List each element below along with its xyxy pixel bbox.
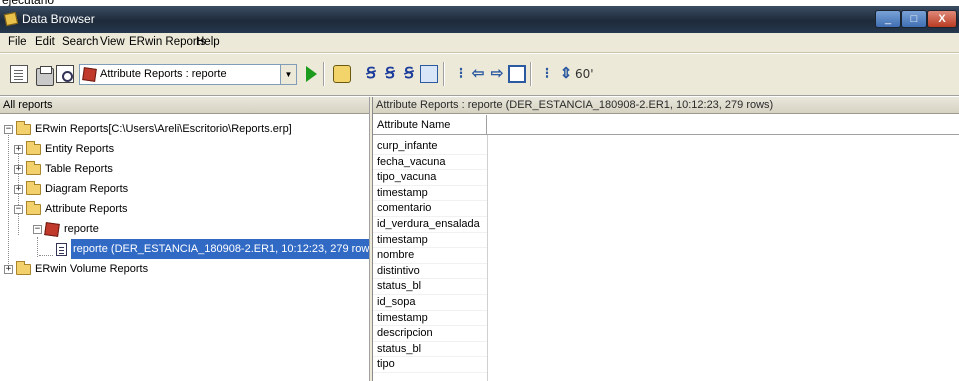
print-preview-icon[interactable] (56, 65, 74, 83)
table-row[interactable]: status_bl (373, 342, 487, 358)
hierarchy-icon[interactable]: ⁝ (452, 65, 470, 83)
column-divider (487, 135, 488, 381)
title-bar[interactable]: Data Browser _ □ X (0, 6, 959, 33)
reports-tree-pane[interactable]: All reports − ERwin Reports[C:\Users\Are… (0, 97, 381, 381)
folder-icon (26, 161, 41, 175)
back-arrow-icon[interactable]: ⇦ (469, 65, 487, 83)
tree-node-label: reporte (64, 223, 99, 235)
column-header-attribute-name[interactable]: Attribute Name (373, 115, 487, 135)
right-pane-header: Attribute Reports : reporte (DER_ESTANCI… (373, 97, 959, 114)
table-row[interactable]: id_sopa (373, 295, 487, 311)
menu-file[interactable]: File (8, 36, 27, 48)
app-icon (3, 11, 19, 27)
collapse-icon[interactable]: − (4, 125, 13, 134)
expand-icon[interactable]: + (14, 145, 23, 154)
new-document-icon[interactable] (10, 65, 28, 83)
tree-node-label: Entity Reports (45, 143, 115, 155)
menu-bar: File Edit Search View ERwin Reports Help (0, 33, 959, 53)
glasses-icon[interactable]: 60' (575, 65, 594, 83)
table-row[interactable]: timestamp (373, 186, 487, 202)
forward-arrow-icon[interactable]: ⇨ (488, 65, 506, 83)
folder-open-icon (16, 121, 31, 135)
tree-node-label: ERwin Reports[C:\Users\Areli\Escritorio\… (35, 123, 292, 135)
tree-node-label: ERwin Volume Reports (35, 263, 149, 275)
report-select[interactable]: Attribute Reports : reporte ▼ (79, 64, 297, 85)
document-icon (56, 243, 67, 256)
find-icon[interactable]: Ꞩ (362, 65, 380, 83)
tree-node-label: Table Reports (45, 163, 113, 175)
menu-edit[interactable]: Edit (35, 36, 55, 48)
table-row[interactable]: comentario (373, 201, 487, 217)
folder-open-icon (26, 201, 41, 215)
toolbar: Attribute Reports : reporte ▼ Ꞩ Ꞩ Ꞩ ⁝ ⇦ … (0, 54, 959, 96)
report-icon (82, 67, 97, 82)
report-results-pane[interactable]: Attribute Reports : reporte (DER_ESTANCI… (372, 97, 959, 381)
tree-guide (8, 133, 9, 264)
close-button[interactable]: X (927, 10, 957, 28)
table-row[interactable]: nombre (373, 248, 487, 264)
table-row[interactable]: id_verdura_ensalada (373, 217, 487, 233)
expand-icon[interactable]: + (14, 185, 23, 194)
left-pane-header: All reports (0, 97, 369, 114)
tree-guide (37, 237, 38, 257)
tree-guide (39, 255, 53, 256)
expand-icon[interactable]: + (4, 265, 13, 274)
expand-icon[interactable]: + (14, 165, 23, 174)
maximize-button[interactable]: □ (901, 10, 927, 28)
menu-erwin-reports[interactable]: ERwin Reports (129, 36, 206, 48)
table-row[interactable]: timestamp (373, 311, 487, 327)
run-icon[interactable] (306, 66, 317, 82)
tree-node-label-selected: reporte (DER_ESTANCIA_180908-2.ER1, 10:1… (71, 239, 381, 259)
generate-report-icon[interactable] (333, 65, 351, 83)
table-row[interactable]: status_bl (373, 279, 487, 295)
table-row[interactable]: tipo_vacuna (373, 170, 487, 186)
table-row[interactable]: tipo (373, 357, 487, 373)
folder-icon (26, 181, 41, 195)
report-select-value: Attribute Reports : reporte (100, 68, 227, 80)
minimize-button[interactable]: _ (875, 10, 901, 28)
print-icon[interactable] (36, 66, 54, 86)
menu-view[interactable]: View (100, 36, 125, 48)
chevron-down-icon[interactable]: ▼ (280, 65, 296, 84)
collapse-icon[interactable]: − (33, 225, 42, 234)
menu-search[interactable]: Search (62, 36, 98, 48)
toolbar-separator (530, 62, 532, 86)
window-icon[interactable] (508, 65, 526, 83)
tree-list-icon[interactable]: ⁝ (538, 65, 556, 83)
table-row[interactable]: timestamp (373, 233, 487, 249)
tree-node-label: Attribute Reports (45, 203, 128, 215)
column-header-row: Attribute Name (373, 115, 959, 135)
window-title: Data Browser (22, 12, 95, 26)
table-row[interactable]: fecha_vacuna (373, 155, 487, 171)
attribute-list: curp_infante fecha_vacuna tipo_vacuna ti… (373, 139, 487, 373)
folder-icon (26, 141, 41, 155)
toolbar-separator (323, 62, 325, 86)
table-row[interactable]: descripcion (373, 326, 487, 342)
table-row[interactable]: distintivo (373, 264, 487, 280)
find-next-icon[interactable]: Ꞩ (381, 65, 399, 83)
tree-node-label: Diagram Reports (45, 183, 129, 195)
table-row[interactable]: curp_infante (373, 139, 487, 155)
find-previous-icon[interactable]: Ꞩ (400, 65, 418, 83)
report-icon (44, 222, 60, 237)
sort-icon[interactable]: ⇕ (557, 65, 575, 83)
toolbar-separator (443, 62, 445, 86)
folder-icon (16, 261, 31, 275)
menu-help[interactable]: Help (196, 36, 220, 48)
collapse-icon[interactable]: − (14, 205, 23, 214)
report-tree-icon[interactable] (420, 65, 438, 83)
